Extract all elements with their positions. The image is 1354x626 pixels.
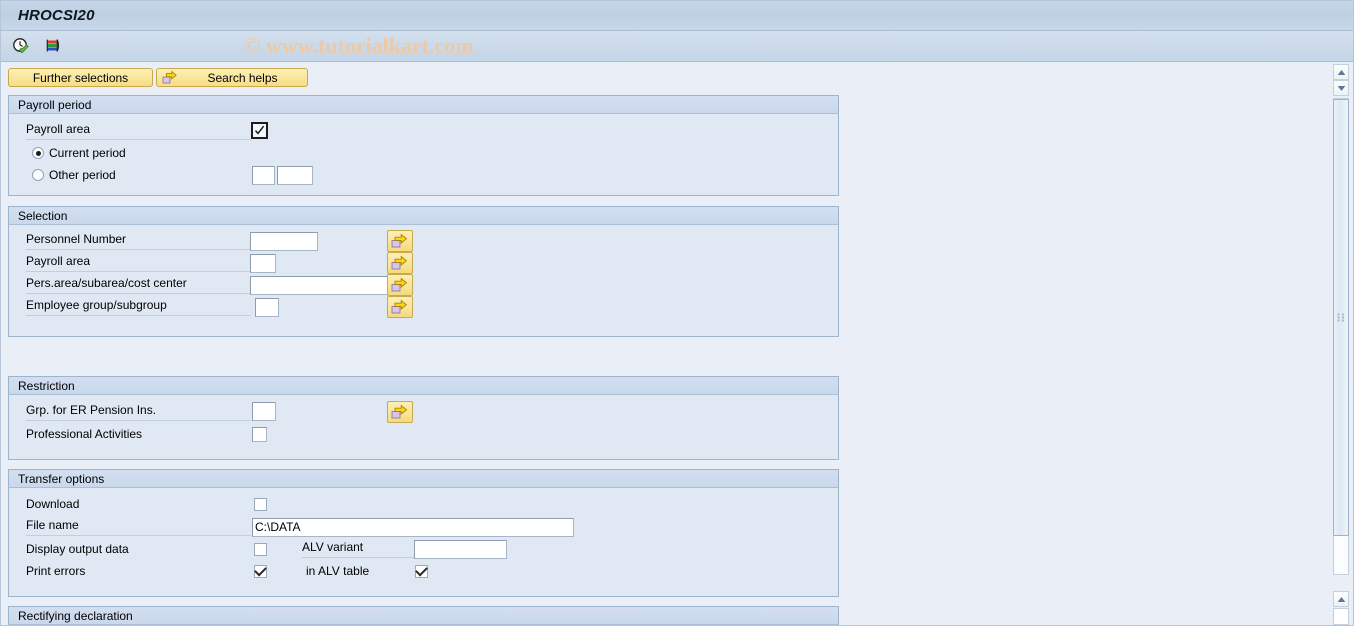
file-name-row: File name [9, 516, 838, 538]
other-period-radio[interactable] [32, 169, 44, 181]
further-selections-label: Further selections [32, 70, 129, 85]
print-errors-label: Print errors [26, 563, 86, 578]
download-checkbox[interactable] [254, 498, 267, 511]
watermark-text: © www.tutorialkart.com [244, 33, 474, 58]
payroll-period-group-title: Payroll period [8, 95, 839, 114]
multiple-selection-arrow-icon [391, 255, 408, 270]
payroll-area-selection-label: Payroll area [26, 254, 251, 272]
payroll-area-selection-options-button[interactable] [251, 122, 268, 139]
download-label: Download [26, 497, 80, 511]
in-alv-table-checkbox[interactable] [415, 564, 428, 578]
other-period-field-2[interactable] [277, 165, 313, 185]
rectifying-declaration-group-title: Rectifying declaration [8, 606, 839, 625]
payroll-area-selection-row: Payroll area [9, 252, 838, 274]
payroll-period-group-body: Payroll area Current period Other period [9, 114, 838, 195]
pers-area-label: Pers.area/subarea/cost center [26, 276, 251, 294]
grp-er-pension-row: Grp. for ER Pension Ins. [9, 400, 838, 423]
multiple-selection-arrow-icon [391, 233, 408, 248]
print-errors-row: Print errors in ALV table [9, 560, 838, 582]
display-output-label: Display output data [26, 541, 129, 556]
current-period-radio[interactable] [32, 147, 44, 159]
in-alv-table-label: in ALV table [306, 563, 370, 578]
alv-variant-label: ALV variant [302, 540, 432, 558]
pers-area-row: Pers.area/subarea/cost center [9, 274, 838, 296]
pers-area-multiple-selection-button[interactable] [387, 274, 413, 296]
payroll-area-multiple-selection-button[interactable] [387, 252, 413, 274]
toolbar: © www.tutorialkart.com [1, 31, 1353, 62]
payroll-period-group: Payroll period Payroll area Current peri… [8, 95, 839, 196]
execute-clock-icon[interactable] [10, 35, 32, 57]
scroll-down-arrow-icon [1337, 85, 1345, 91]
grp-er-pension-input[interactable] [252, 402, 276, 421]
other-period-field-1[interactable] [252, 165, 275, 185]
search-helps-arrow-icon [162, 70, 178, 85]
page-title: HROCSI20 [18, 7, 95, 24]
rectifying-declaration-group: Rectifying declaration Cumulate Retro in… [8, 606, 839, 625]
scroll-up-button[interactable] [1333, 64, 1349, 80]
scrollbar-region [1315, 62, 1353, 625]
personnel-number-row: Personnel Number [9, 230, 838, 252]
personnel-number-multiple-selection-button[interactable] [387, 230, 413, 252]
download-row: Download [9, 493, 838, 516]
scroll-thumb-grip-icon [1337, 313, 1344, 322]
grp-er-pension-multiple-selection-button[interactable] [387, 400, 413, 423]
multiple-selection-arrow-icon [391, 277, 408, 292]
sap-application-window: HROCSI20 © www.tutorialkart.com Further … [0, 0, 1354, 626]
scroll-up-arrow-icon [1337, 69, 1345, 75]
employee-group-multiple-selection-button[interactable] [387, 296, 413, 318]
professional-activities-input[interactable] [252, 426, 267, 442]
transfer-options-group-body: Download File name Display output data A… [9, 488, 838, 596]
personnel-number-input[interactable] [250, 231, 318, 251]
payroll-area-label: Payroll area [26, 122, 251, 140]
file-name-label: File name [26, 518, 251, 536]
payroll-area-row: Payroll area [9, 119, 838, 142]
scroll-up-arrow-icon [1337, 596, 1345, 602]
employee-group-input[interactable] [255, 297, 279, 317]
selection-group-body: Personnel Number Payroll area Pers.area/… [9, 225, 838, 336]
search-helps-arrow-icon-svg [162, 70, 177, 84]
scroll-thumb[interactable] [1333, 99, 1349, 536]
selection-group: Selection Personnel Number Payroll area … [8, 206, 839, 337]
restriction-group-title: Restriction [8, 376, 839, 395]
other-period-radio-row[interactable]: Other period [9, 164, 838, 186]
scroll-bottom-up-button[interactable] [1333, 591, 1349, 607]
title-bar: HROCSI20 [1, 1, 1353, 31]
search-helps-label: Search helps [207, 70, 278, 85]
multiple-selection-arrow-icon [391, 299, 408, 314]
selection-options-checkbox-icon [254, 125, 265, 135]
professional-activities-row: Professional Activities [9, 423, 838, 445]
scroll-bottom-stub [1333, 608, 1349, 625]
transfer-options-group-title: Transfer options [8, 469, 839, 488]
restriction-group: Restriction Grp. for ER Pension Ins. Pro… [8, 376, 839, 460]
current-period-label: Current period [49, 145, 126, 160]
variant-icon[interactable] [41, 35, 63, 57]
scroll-down-button[interactable] [1333, 80, 1349, 96]
personnel-number-label: Personnel Number [26, 232, 251, 250]
pers-area-input[interactable] [250, 275, 395, 295]
selection-screen-body: Further selections Search helps Payroll … [1, 62, 1353, 625]
search-helps-button[interactable]: Search helps [156, 68, 308, 87]
further-selections-button[interactable]: Further selections [8, 68, 153, 87]
other-period-label: Other period [49, 167, 116, 182]
file-name-input[interactable] [252, 517, 574, 537]
variant-icon-svg [46, 39, 60, 52]
multiple-selection-arrow-icon [391, 404, 408, 418]
display-output-row: Display output data ALV variant [9, 538, 838, 560]
grp-er-pension-label: Grp. for ER Pension Ins. [26, 403, 251, 421]
restriction-group-body: Grp. for ER Pension Ins. Professional Ac… [9, 395, 838, 459]
transfer-options-group: Transfer options Download File name Disp… [8, 469, 839, 597]
alv-variant-input[interactable] [414, 539, 507, 559]
display-output-checkbox[interactable] [254, 542, 267, 556]
selection-screen-content: Further selections Search helps Payroll … [1, 62, 1315, 625]
current-period-radio-row[interactable]: Current period [9, 142, 838, 164]
payroll-area-selection-input[interactable] [250, 253, 276, 273]
execute-clock-icon-svg [13, 38, 29, 54]
employee-group-row: Employee group/subgroup [9, 296, 838, 318]
action-button-row: Further selections Search helps [1, 62, 1315, 87]
print-errors-checkbox[interactable] [254, 564, 267, 578]
employee-group-label: Employee group/subgroup [26, 298, 251, 316]
selection-group-title: Selection [8, 206, 839, 225]
professional-activities-label: Professional Activities [26, 426, 143, 441]
